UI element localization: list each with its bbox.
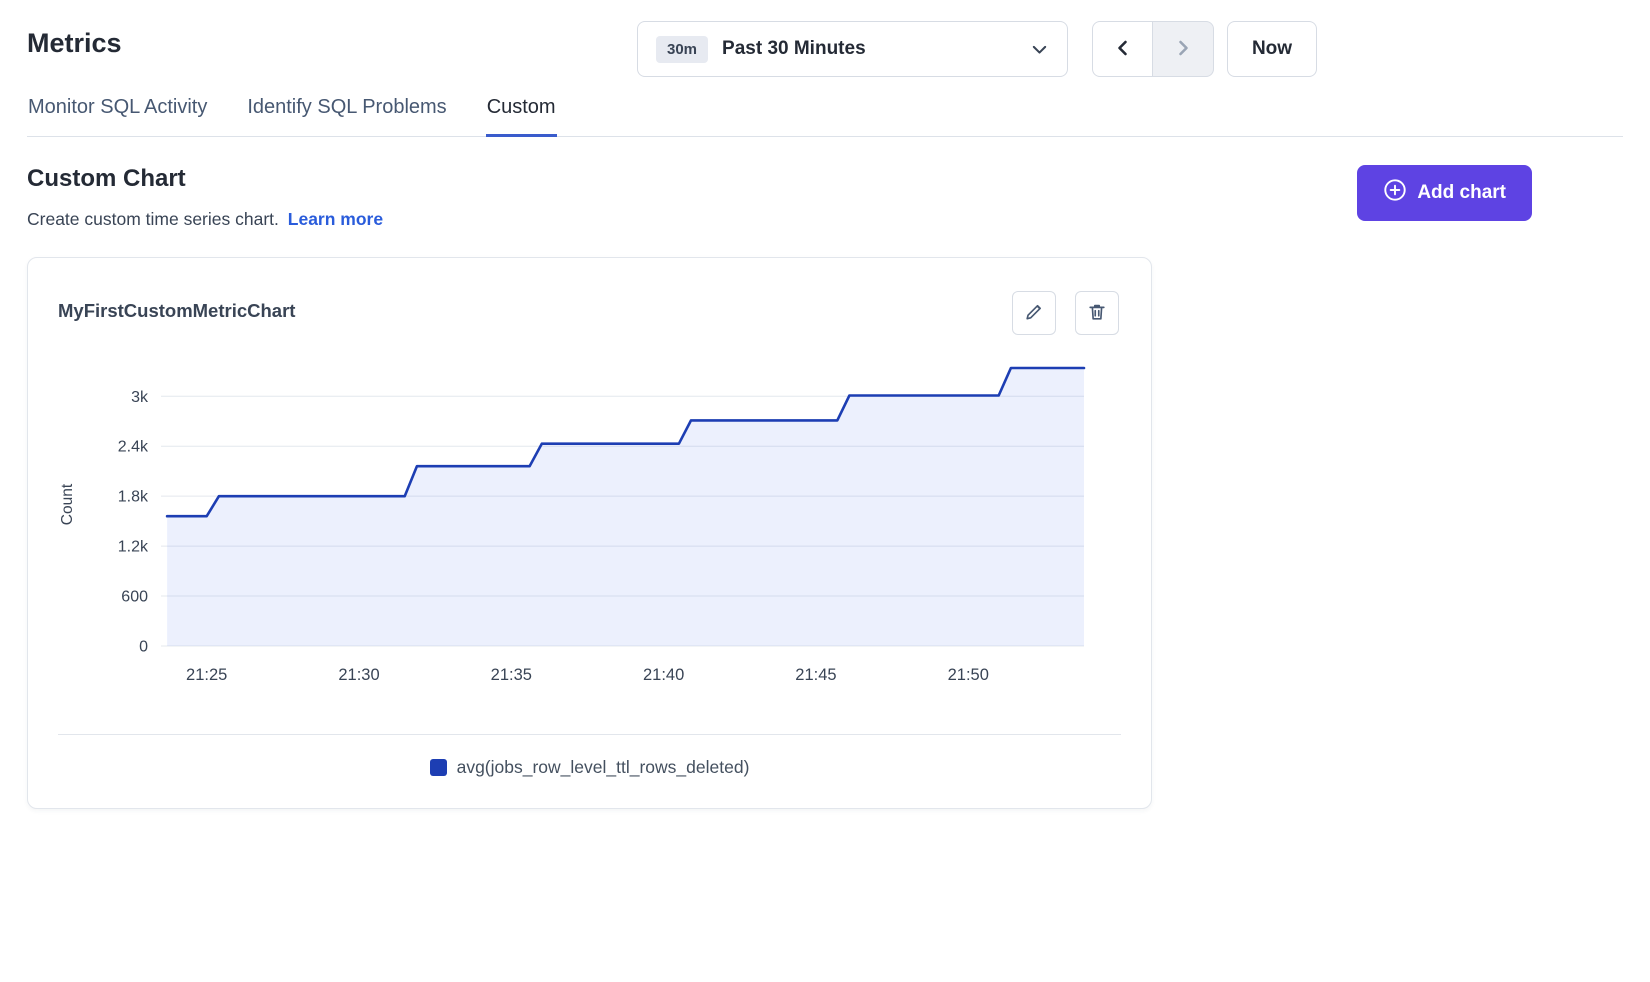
chart-card-header: MyFirstCustomMetricChart: [28, 258, 1151, 335]
page-title: Metrics: [27, 28, 122, 59]
custom-chart-svg: 0 600 1.2k 1.8k 2.4k 3k 21:25 21:30 21:35 21:40 21…: [28, 343, 1153, 698]
metrics-tabs: Monitor SQL Activity Identify SQL Proble…: [27, 96, 1623, 137]
time-range-label: Past 30 Minutes: [722, 38, 866, 60]
svg-text:0: 0: [139, 639, 148, 656]
svg-text:600: 600: [121, 589, 148, 606]
legend-swatch: [430, 759, 447, 776]
svg-text:21:30: 21:30: [338, 666, 379, 684]
svg-text:21:40: 21:40: [643, 666, 684, 684]
add-chart-button[interactable]: Add chart: [1357, 165, 1532, 221]
time-step-buttons: [1092, 21, 1214, 77]
time-range-badge: 30m: [656, 36, 708, 63]
chevron-left-icon: [1113, 38, 1133, 61]
tab-identify-sql-problems[interactable]: Identify SQL Problems: [246, 96, 447, 137]
section-title: Custom Chart: [27, 165, 383, 193]
svg-text:Count: Count: [59, 483, 76, 525]
chart-actions: [1012, 291, 1119, 335]
chevron-down-icon: [1030, 40, 1049, 59]
metrics-page: Metrics 30m Past 30 Minutes: [0, 0, 1650, 982]
add-chart-label: Add chart: [1417, 182, 1506, 204]
svg-text:1.8k: 1.8k: [118, 489, 149, 506]
svg-text:21:25: 21:25: [186, 666, 227, 684]
section-text: Custom Chart Create custom time series c…: [27, 165, 383, 230]
chart-title: MyFirstCustomMetricChart: [58, 291, 295, 322]
pencil-icon: [1023, 301, 1045, 326]
edit-chart-button[interactable]: [1012, 291, 1056, 335]
tab-custom[interactable]: Custom: [486, 96, 557, 137]
trash-icon: [1086, 301, 1108, 326]
tab-monitor-sql-activity[interactable]: Monitor SQL Activity: [27, 96, 208, 137]
section-description-text: Create custom time series chart.: [27, 209, 279, 229]
now-button[interactable]: Now: [1227, 21, 1317, 77]
legend-label: avg(jobs_row_level_ttl_rows_deleted): [457, 757, 750, 778]
svg-text:1.2k: 1.2k: [118, 539, 149, 556]
top-bar: Metrics 30m Past 30 Minutes: [0, 0, 1650, 90]
section-description: Create custom time series chart. Learn m…: [27, 209, 383, 230]
custom-metric-chart-card: MyFirstCustomMetricChart 0 600 1.2k 1.8k 2.4…: [27, 257, 1152, 809]
learn-more-link[interactable]: Learn more: [288, 209, 383, 229]
chart-area: 0 600 1.2k 1.8k 2.4k 3k 21:25 21:30 21:35 21:40 21…: [28, 343, 1151, 698]
time-previous-button[interactable]: [1092, 21, 1153, 77]
plus-circle-icon: [1383, 178, 1407, 208]
time-controls: 30m Past 30 Minutes Now: [637, 21, 1317, 77]
svg-text:2.4k: 2.4k: [118, 439, 149, 456]
svg-text:21:45: 21:45: [795, 666, 836, 684]
chevron-right-icon: [1173, 38, 1193, 61]
svg-text:21:35: 21:35: [491, 666, 532, 684]
delete-chart-button[interactable]: [1075, 291, 1119, 335]
time-range-select[interactable]: 30m Past 30 Minutes: [637, 21, 1068, 77]
svg-text:3k: 3k: [131, 389, 149, 406]
chart-legend: avg(jobs_row_level_ttl_rows_deleted): [28, 735, 1151, 802]
time-next-button[interactable]: [1153, 21, 1214, 77]
svg-text:21:50: 21:50: [948, 666, 989, 684]
custom-chart-section-header: Custom Chart Create custom time series c…: [27, 165, 1532, 230]
